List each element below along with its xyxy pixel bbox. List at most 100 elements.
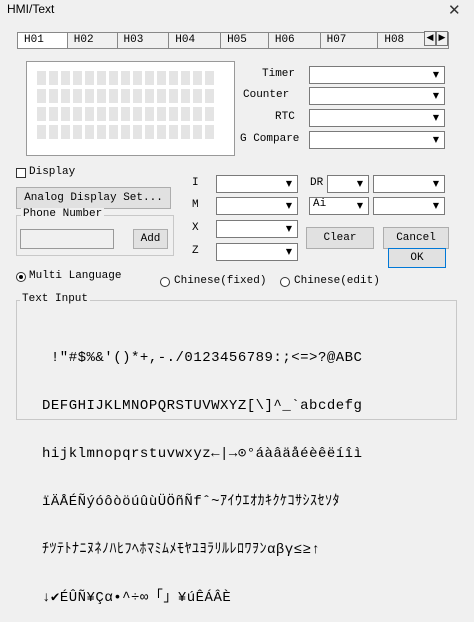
lcd-cell[interactable] [157, 71, 166, 85]
z-select[interactable]: ▼ [216, 243, 298, 261]
lcd-cell[interactable] [145, 71, 154, 85]
lcd-cell[interactable] [61, 89, 70, 103]
lcd-cell[interactable] [157, 125, 166, 139]
chinese-edit-label: Chinese(edit) [294, 275, 380, 287]
tab-h02[interactable]: H02 [68, 33, 118, 48]
tab-h07[interactable]: H07 [321, 33, 379, 48]
lcd-cell[interactable] [205, 71, 214, 85]
lcd-cell[interactable] [109, 107, 118, 121]
lcd-cell[interactable] [205, 107, 214, 121]
lcd-cell[interactable] [133, 125, 142, 139]
chinese-fixed-radio[interactable] [160, 277, 170, 287]
lcd-cell[interactable] [193, 107, 202, 121]
dr-select[interactable]: ▼ [327, 175, 369, 193]
lcd-cell[interactable] [109, 71, 118, 85]
phone-number-field[interactable] [20, 229, 114, 249]
lcd-cell[interactable] [133, 71, 142, 85]
m-select[interactable]: ▼ [216, 197, 298, 215]
display-checkbox[interactable] [16, 168, 26, 178]
lcd-cell[interactable] [85, 71, 94, 85]
lcd-cell[interactable] [61, 125, 70, 139]
dr-value-select[interactable]: ▼ [373, 175, 445, 193]
lcd-cell[interactable] [133, 89, 142, 103]
lcd-cell[interactable] [169, 71, 178, 85]
lcd-cell[interactable] [169, 89, 178, 103]
tab-h01[interactable]: H01 [18, 33, 68, 48]
lcd-cell[interactable] [85, 89, 94, 103]
lcd-cell[interactable] [73, 89, 82, 103]
clear-button[interactable]: Clear [306, 227, 374, 249]
cancel-button[interactable]: Cancel [383, 227, 449, 249]
character-palette[interactable]: !"#$%&'()*+,-./0123456789:;<=>?@ABC DEFG… [42, 318, 447, 622]
lcd-cell[interactable] [181, 89, 190, 103]
lcd-cell[interactable] [109, 125, 118, 139]
rtc-select[interactable]: ▼ [309, 109, 445, 127]
lcd-cell[interactable] [97, 71, 106, 85]
lcd-cell[interactable] [133, 107, 142, 121]
lcd-cell[interactable] [121, 125, 130, 139]
char-row[interactable]: ﾁﾂﾃﾄﾅﾆﾇﾈﾉﾊﾋﾌﾍﾎﾏﾐﾑﾒﾓﾔﾕﾖﾗﾘﾙﾚﾛﾜｦﾝαβγ≤≥↑ [42, 542, 447, 558]
lcd-cell[interactable] [145, 89, 154, 103]
lcd-cell[interactable] [109, 89, 118, 103]
tab-h06[interactable]: H06 [269, 33, 321, 48]
lcd-cell[interactable] [61, 107, 70, 121]
analog-display-set-button[interactable]: Analog Display Set... [16, 187, 171, 209]
lcd-cell[interactable] [97, 89, 106, 103]
lcd-cell[interactable] [37, 125, 46, 139]
lcd-cell[interactable] [85, 125, 94, 139]
char-row[interactable]: ïÄÅÉÑýóôòöúûùÜÖñÑfˆ~ｱｲｳｴｵｶｷｸｹｺｻｼｽｾｿﾀ [42, 494, 447, 510]
tab-scroll-right-icon[interactable]: ▶ [436, 31, 448, 46]
lcd-cell[interactable] [157, 107, 166, 121]
lcd-cell[interactable] [37, 107, 46, 121]
lcd-cell[interactable] [181, 125, 190, 139]
lcd-cell[interactable] [73, 71, 82, 85]
lcd-cell[interactable] [205, 89, 214, 103]
multi-language-radio[interactable] [16, 272, 26, 282]
char-row[interactable]: !"#$%&'()*+,-./0123456789:;<=>?@ABC [42, 350, 447, 366]
lcd-cell[interactable] [49, 89, 58, 103]
lcd-cell[interactable] [61, 71, 70, 85]
char-row[interactable]: DEFGHIJKLMNOPQRSTUVWXYZ[\]^_`abcdefg [42, 398, 447, 414]
lcd-cell[interactable] [145, 125, 154, 139]
lcd-cell[interactable] [181, 107, 190, 121]
ok-button[interactable]: OK [388, 248, 446, 268]
lcd-cell[interactable] [193, 71, 202, 85]
lcd-cell[interactable] [193, 89, 202, 103]
lcd-cell[interactable] [37, 71, 46, 85]
lcd-cell[interactable] [73, 125, 82, 139]
lcd-cell[interactable] [169, 125, 178, 139]
lcd-cell[interactable] [73, 107, 82, 121]
lcd-cell[interactable] [205, 125, 214, 139]
tab-h04[interactable]: H04 [169, 33, 222, 48]
char-row[interactable]: hijklmnopqrstuvwxyz←|→⊙°áàâäåéèêëíîì [42, 446, 447, 462]
timer-select[interactable]: ▼ [309, 66, 445, 84]
lcd-cell[interactable] [157, 89, 166, 103]
chinese-edit-radio[interactable] [280, 277, 290, 287]
tab-h03[interactable]: H03 [118, 33, 170, 48]
lcd-cell[interactable] [49, 125, 58, 139]
add-phone-button[interactable]: Add [133, 229, 168, 249]
lcd-cell[interactable] [49, 71, 58, 85]
lcd-cell[interactable] [121, 107, 130, 121]
lcd-cell[interactable] [97, 125, 106, 139]
tab-scroll-left-icon[interactable]: ◀ [424, 31, 436, 46]
x-select[interactable]: ▼ [216, 220, 298, 238]
lcd-cell[interactable] [85, 107, 94, 121]
close-icon[interactable]: ✕ [448, 1, 461, 19]
lcd-cell[interactable] [145, 107, 154, 121]
lcd-cell[interactable] [169, 107, 178, 121]
lcd-cell[interactable] [121, 71, 130, 85]
g-compare-select[interactable]: ▼ [309, 131, 445, 149]
lcd-cell[interactable] [49, 107, 58, 121]
lcd-cell[interactable] [121, 89, 130, 103]
i-select[interactable]: ▼ [216, 175, 298, 193]
ai-value-select[interactable]: ▼ [373, 197, 445, 215]
counter-select[interactable]: ▼ [309, 87, 445, 105]
ai-select[interactable]: Ai ▼ [309, 197, 369, 215]
lcd-cell[interactable] [97, 107, 106, 121]
lcd-cell[interactable] [181, 71, 190, 85]
lcd-cell[interactable] [193, 125, 202, 139]
char-row[interactable]: ↓✔ÉÛÑ¥Çα•^÷∞「」¥úÊÁÂÈ [42, 590, 447, 606]
tab-h05[interactable]: H05 [221, 33, 269, 48]
lcd-cell[interactable] [37, 89, 46, 103]
